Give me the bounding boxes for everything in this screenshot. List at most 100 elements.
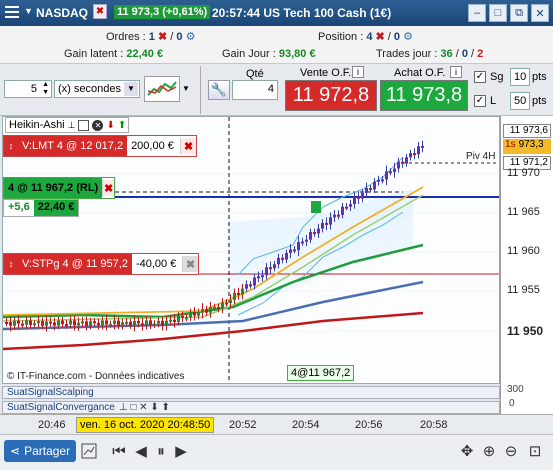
l-checkbox[interactable]: ✓ xyxy=(474,95,486,107)
period-input[interactable]: 5 ▲ ▼ xyxy=(4,80,52,98)
scroll-start-icon[interactable]: ⏮ xyxy=(108,440,130,462)
arrow-up-icon[interactable]: ⬆ xyxy=(118,120,126,131)
chart-canvas[interactable] xyxy=(3,117,500,384)
candle-body xyxy=(53,322,56,326)
position-marker[interactable]: 4@11 967,2 xyxy=(287,365,355,381)
candle-body xyxy=(193,312,196,316)
subpanel-icons[interactable]: ⊥ □ ✕ ⬇ ⬆ xyxy=(119,402,170,413)
scroll-forward-icon[interactable]: ▶ xyxy=(170,440,192,462)
zoom-in-icon[interactable]: ⊕ xyxy=(478,440,500,462)
drag-handle-icon[interactable]: ↕ xyxy=(4,254,18,274)
subpanel-scalping[interactable]: SuatSignalScalping xyxy=(2,386,500,399)
close-position-button[interactable]: ✖ xyxy=(102,180,114,196)
fit-icon[interactable]: ⊡ xyxy=(524,440,546,462)
limit-order-tag[interactable]: ↕ V:LMT 4 @ 12 017,2 200,00 € ✖ xyxy=(3,135,197,157)
candle-body xyxy=(149,320,152,325)
y-tick: 11 955 xyxy=(507,284,540,296)
position-tag[interactable]: 4 @ 11 967,2 (RL) ✖ xyxy=(3,177,115,199)
arrow-down-icon[interactable]: ⬇ xyxy=(106,120,114,131)
candle-body xyxy=(65,324,68,327)
sg-checkbox[interactable]: ✓ xyxy=(474,71,486,83)
sell-button[interactable]: 11 972,8 xyxy=(285,80,377,111)
quantity-input[interactable]: 4 xyxy=(232,80,278,100)
candle-body xyxy=(117,320,120,326)
price-chart[interactable]: Heikin-Ashi ⊥ ✕ ⬇ ⬆ ↕ V:LMT 4 @ 12 017,2… xyxy=(2,116,500,384)
period-unit-select[interactable]: (x) secondes ▼ xyxy=(54,80,140,98)
candle-body xyxy=(169,319,172,322)
candle-body xyxy=(345,206,348,209)
candle-body xyxy=(397,161,400,169)
trades-count-a: 36 xyxy=(440,48,453,60)
candle-body xyxy=(381,179,384,182)
trades-label: Trades jour : xyxy=(376,48,438,60)
l-input[interactable]: 50 xyxy=(510,92,530,110)
settings-icon[interactable]: ⚙ xyxy=(186,31,196,43)
buy-signal-icon[interactable] xyxy=(311,201,321,213)
candle-body xyxy=(285,252,288,260)
candle-body xyxy=(349,204,352,207)
move-icon[interactable]: ✥ xyxy=(456,440,478,462)
current-price-box: 1s 973,3 xyxy=(503,139,551,154)
close-position-icon[interactable]: ✖ xyxy=(376,31,385,43)
candle-body xyxy=(377,179,380,182)
candle-body xyxy=(137,320,140,324)
pause-icon[interactable]: ⏸ xyxy=(150,440,172,462)
qty-label: Qté xyxy=(246,68,264,80)
buy-button[interactable]: 11 973,8 xyxy=(380,80,468,111)
candle-body xyxy=(37,321,40,324)
restore-button[interactable]: ⧉ xyxy=(510,4,528,22)
candle-body xyxy=(393,168,396,172)
candle-body xyxy=(5,322,8,324)
position-marker-label: 4@11 967,2 xyxy=(291,367,351,379)
info-icon[interactable]: i xyxy=(450,66,462,78)
share-button[interactable]: ⋖ Partager xyxy=(4,440,77,462)
candle-body xyxy=(281,257,284,260)
scroll-back-icon[interactable]: ◀ xyxy=(130,440,152,462)
stop-order-label: V:STPg 4 @ 11 957,2 xyxy=(18,254,132,274)
cancel-orders-icon[interactable]: ✖ xyxy=(158,31,167,43)
time-axis[interactable]: 20:46 ven. 16 oct. 2020 20:48:50 20:52 2… xyxy=(0,414,553,434)
chart-nav-icon[interactable] xyxy=(78,440,100,462)
chevron-down-icon[interactable]: ▼ xyxy=(124,82,138,96)
y-tick: 11 970 xyxy=(507,167,540,179)
sg-input[interactable]: 10 xyxy=(510,68,530,86)
close-indicator-icon[interactable]: ✕ xyxy=(92,119,104,131)
candle-body xyxy=(277,257,280,265)
close-button[interactable]: ✕ xyxy=(531,4,549,22)
subpanel-convergance[interactable]: SuatSignalConvergance ⊥ □ ✕ ⬇ ⬆ xyxy=(2,401,500,414)
drag-handle-icon[interactable]: ↕ xyxy=(4,136,18,156)
orders-label: Ordres : xyxy=(106,31,146,43)
title-bar: ▼ NASDAQ ✖ 11 973,3 (+0,61%) 20:57:44 US… xyxy=(0,0,553,26)
chevron-down-icon[interactable]: ▼ xyxy=(24,6,33,16)
position-pnl: +5,6 22,40 € xyxy=(3,199,80,217)
indicator-tab[interactable]: Heikin-Ashi ⊥ ✕ ⬇ ⬆ xyxy=(5,117,130,133)
cancel-stop-order[interactable]: ✖ xyxy=(182,256,198,272)
candle-body xyxy=(49,321,52,324)
settings-icon[interactable]: ⚙ xyxy=(403,31,413,43)
stop-order-tag[interactable]: ↕ V:STPg 4 @ 11 957,2 -40,00 € ✖ xyxy=(3,253,199,275)
trades-info: Trades jour : 36 / 0 / 2 xyxy=(376,48,483,60)
candle-body xyxy=(157,320,160,324)
info-icon[interactable]: i xyxy=(352,66,364,78)
price-axis[interactable]: 11 973,6 1s 973,3 11 971,2 11 970 11 965 … xyxy=(500,116,553,416)
chevron-down-icon[interactable]: ▼ xyxy=(182,84,190,93)
window-icon[interactable] xyxy=(78,119,90,131)
cancel-limit-order[interactable]: ✖ xyxy=(180,138,196,154)
minimize-button[interactable]: – xyxy=(468,4,486,22)
candle-body xyxy=(337,214,340,217)
instrument-name[interactable]: NASDAQ xyxy=(36,6,88,20)
candle-body xyxy=(385,171,388,180)
candle-body xyxy=(121,322,124,326)
chart-type-button[interactable] xyxy=(144,76,180,102)
candle-body xyxy=(129,321,132,326)
maximize-button[interactable]: □ xyxy=(489,4,507,22)
trades-separator: / xyxy=(455,48,459,60)
pin-icon[interactable]: ⊥ xyxy=(68,120,76,131)
wrench-button[interactable]: 🔧 xyxy=(208,80,230,100)
spinner-icon[interactable]: ▲ ▼ xyxy=(42,81,49,97)
subpanel-zero: 0 xyxy=(509,398,515,409)
alert-icon[interactable]: ✖ xyxy=(93,4,107,19)
zoom-out-icon[interactable]: ⊖ xyxy=(500,440,522,462)
menu-icon[interactable] xyxy=(5,6,19,18)
candle-body xyxy=(305,239,308,242)
